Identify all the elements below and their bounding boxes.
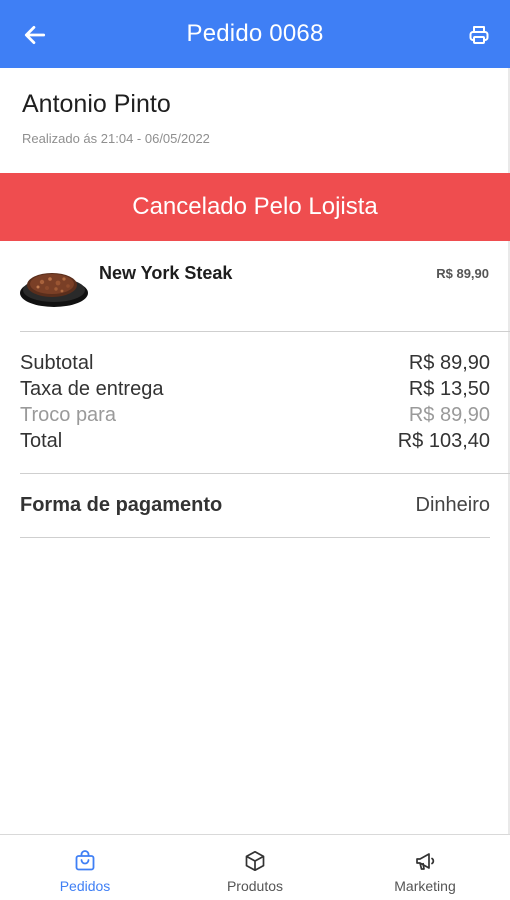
box-icon — [242, 848, 268, 874]
nav-label-marketing: Marketing — [394, 878, 456, 894]
payment-method: Forma de pagamento Dinheiro — [20, 490, 490, 520]
megaphone-icon — [412, 848, 438, 874]
payment-method-label: Forma de pagamento — [20, 494, 223, 516]
payment-method-value: Dinheiro — [415, 494, 490, 516]
divider — [20, 331, 510, 332]
customer-info: Antonio Pinto Realizado ás 21:04 - 06/05… — [22, 90, 210, 146]
status-banner: Cancelado Pelo Lojista — [0, 173, 510, 241]
item-name: New York Steak — [99, 263, 233, 283]
customer-name: Antonio Pinto — [22, 90, 171, 118]
nav-item-pedidos[interactable]: Pedidos — [0, 835, 170, 900]
top-app-bar: Pedido 0068 — [0, 0, 510, 68]
status-label: Cancelado Pelo Lojista — [132, 193, 378, 220]
order-summary: Subtotal R$ 89,90 Taxa de entrega R$ 13,… — [20, 350, 490, 454]
delivery-fee-value: R$ 13,50 — [408, 378, 490, 400]
nav-label-produtos: Produtos — [226, 878, 284, 894]
printer-icon — [469, 26, 489, 44]
change-label: Troco para — [20, 404, 116, 426]
order-detail-screen: Pedido 0068 Antonio Pinto Realizado ás 2… — [0, 0, 510, 900]
divider — [20, 473, 510, 474]
total-row: Total R$ 103,40 — [20, 428, 490, 454]
order-timestamp: Realizado ás 21:04 - 06/05/2022 — [22, 131, 210, 146]
total-label: Total — [20, 430, 63, 452]
back-button[interactable] — [18, 20, 52, 50]
change-value: R$ 89,90 — [408, 404, 490, 426]
nav-item-produtos[interactable]: Produtos — [170, 835, 340, 900]
delivery-fee-label: Taxa de entrega — [20, 378, 164, 400]
subtotal-value: R$ 89,90 — [408, 352, 490, 374]
bottom-navigation: Pedidos Produtos Marketing — [0, 834, 510, 900]
arrow-left-icon — [24, 26, 46, 44]
order-item: New York Steak R$ 89,90 — [0, 241, 510, 331]
shopping-bag-icon — [72, 848, 98, 874]
steak-dish-image — [20, 273, 88, 307]
change-row: Troco para R$ 89,90 — [20, 402, 490, 428]
subtotal-row: Subtotal R$ 89,90 — [20, 350, 490, 376]
print-button[interactable] — [462, 20, 496, 50]
delivery-fee-row: Taxa de entrega R$ 13,50 — [20, 376, 490, 402]
item-price: R$ 89,90 — [436, 266, 489, 281]
nav-item-marketing[interactable]: Marketing — [340, 835, 510, 900]
page-title: Pedido 0068 — [186, 20, 324, 47]
nav-label-pedidos: Pedidos — [59, 878, 111, 894]
divider — [20, 537, 490, 538]
subtotal-label: Subtotal — [20, 352, 94, 374]
total-value: R$ 103,40 — [397, 430, 490, 452]
